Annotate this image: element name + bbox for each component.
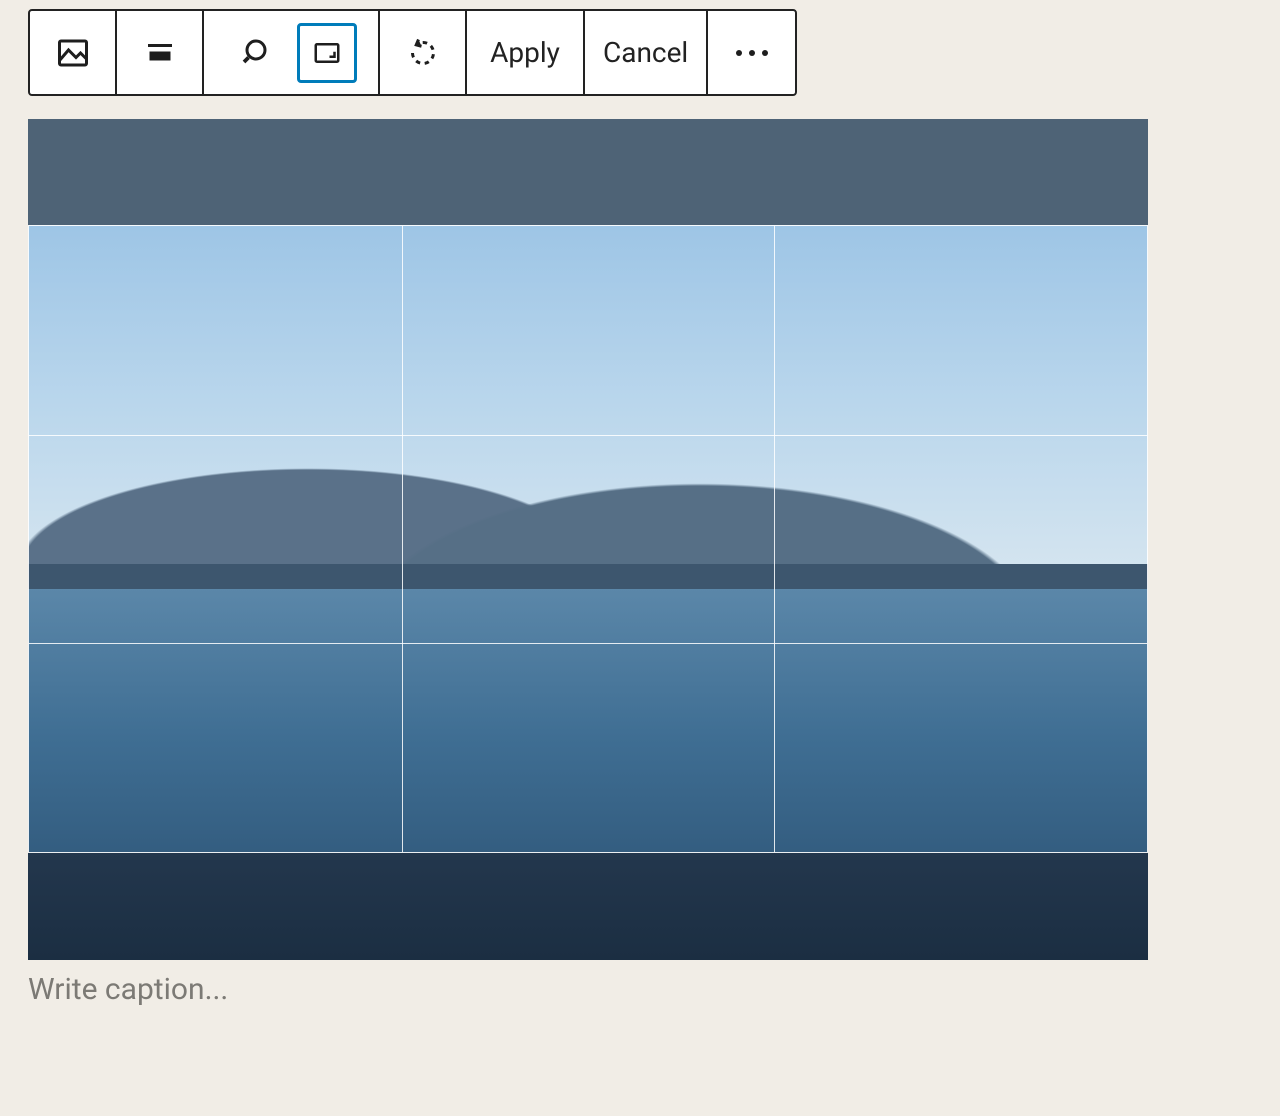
grid-line bbox=[29, 643, 1147, 644]
zoom-button[interactable] bbox=[225, 19, 293, 87]
rotate-button[interactable] bbox=[380, 11, 467, 94]
image-block-button[interactable] bbox=[30, 11, 117, 94]
apply-label: Apply bbox=[490, 36, 560, 69]
caption-input[interactable]: Write caption... bbox=[28, 972, 1148, 1007]
more-icon bbox=[736, 50, 768, 56]
crop-mask-bottom bbox=[28, 853, 1148, 960]
image-crop-stage[interactable] bbox=[28, 119, 1148, 960]
more-options-button[interactable] bbox=[708, 11, 795, 94]
aspect-ratio-button[interactable] bbox=[297, 23, 357, 83]
grid-line bbox=[774, 226, 775, 852]
rotate-icon bbox=[405, 35, 441, 71]
block-toolbar: Apply Cancel bbox=[28, 9, 797, 96]
crop-mask-top bbox=[28, 119, 1148, 225]
grid-line bbox=[29, 435, 1147, 436]
zoom-icon bbox=[241, 35, 277, 71]
cancel-label: Cancel bbox=[603, 36, 688, 69]
align-button[interactable] bbox=[117, 11, 204, 94]
apply-button[interactable]: Apply bbox=[467, 11, 585, 94]
cancel-button[interactable]: Cancel bbox=[585, 11, 708, 94]
image-icon bbox=[55, 35, 91, 71]
grid-line bbox=[402, 226, 403, 852]
aspect-ratio-icon bbox=[312, 38, 342, 68]
zoom-crop-group bbox=[204, 11, 380, 94]
crop-frame[interactable] bbox=[28, 225, 1148, 853]
align-icon bbox=[142, 35, 178, 71]
